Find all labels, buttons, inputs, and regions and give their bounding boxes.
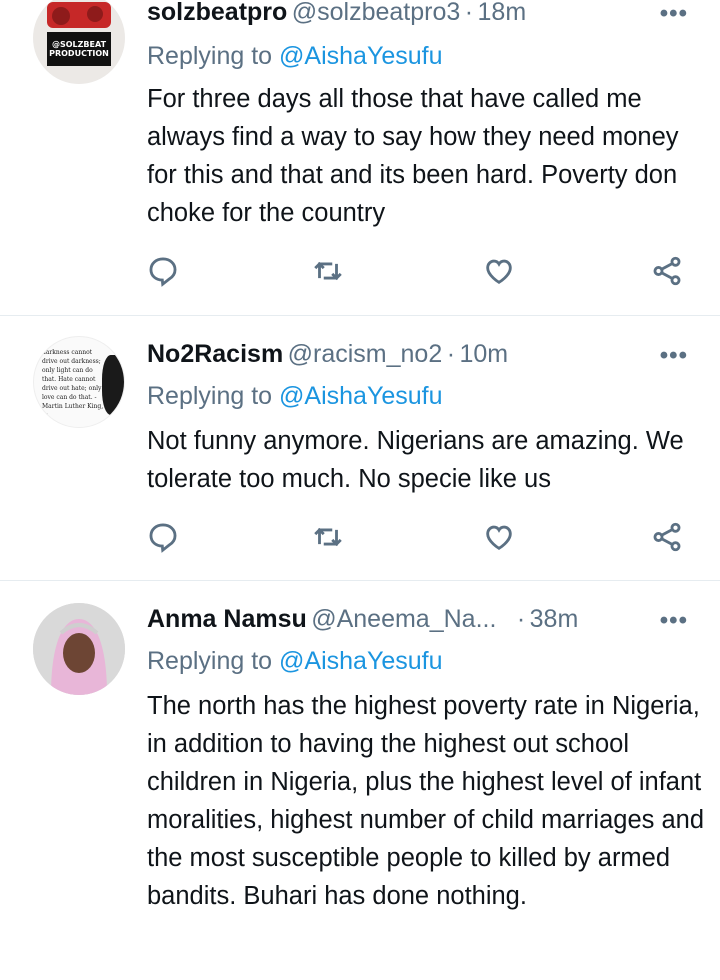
tweet-text: The north has the highest poverty rate i… <box>147 692 705 910</box>
replying-to: Replying to @AishaYesufu <box>147 42 442 71</box>
separator-dot: · <box>464 0 474 26</box>
reply-icon <box>149 257 177 287</box>
like-button[interactable] <box>482 520 522 560</box>
display-name[interactable]: solzbeatpro <box>147 0 287 26</box>
avatar[interactable]: @SOLZBEAT PRODUCTION <box>33 0 125 84</box>
reply-icon <box>149 523 177 553</box>
share-icon <box>653 256 681 286</box>
user-handle[interactable]: @racism_no2 <box>288 340 443 368</box>
tweet-2[interactable]: darkness cannot drive out darkness; only… <box>0 316 720 580</box>
user-handle[interactable]: @Aneema_Na... <box>311 605 496 633</box>
tweet-actions <box>0 254 720 294</box>
tweet-1[interactable]: @SOLZBEAT PRODUCTION solzbeatpro @solzbe… <box>0 0 720 315</box>
tweet-header: Anma Namsu @Aneema_Na... · 38m ••• <box>147 605 720 641</box>
replying-to: Replying to @AishaYesufu <box>147 382 442 411</box>
replying-label: Replying to <box>147 42 273 70</box>
display-name[interactable]: No2Racism <box>147 340 283 368</box>
avatar-logo-text: @SOLZBEAT PRODUCTION <box>49 40 109 58</box>
share-icon <box>653 522 681 552</box>
more-options-icon[interactable]: ••• <box>660 342 688 370</box>
reply-button[interactable] <box>146 254 186 294</box>
tweet-text: For three days all those that have calle… <box>147 85 679 227</box>
share-button[interactable] <box>650 520 690 560</box>
more-options-icon[interactable]: ••• <box>660 0 688 28</box>
retweet-button[interactable] <box>311 520 351 560</box>
tweet-3[interactable]: Anma Namsu @Aneema_Na... · 38m ••• Reply… <box>0 581 720 980</box>
avatar-portrait <box>102 355 124 415</box>
tweet-actions <box>0 520 720 560</box>
replying-to: Replying to @AishaYesufu <box>147 647 442 676</box>
like-icon <box>486 259 512 284</box>
tweet-header: solzbeatpro @solzbeatpro3 · 18m ••• <box>147 0 720 34</box>
tweet-header: No2Racism @racism_no2 · 10m ••• <box>147 340 720 376</box>
timestamp[interactable]: 10m <box>459 340 508 368</box>
user-handle[interactable]: @solzbeatpro3 <box>292 0 461 26</box>
share-button[interactable] <box>650 254 690 294</box>
avatar[interactable]: darkness cannot drive out darkness; only… <box>33 336 125 428</box>
retweet-button[interactable] <box>311 254 351 294</box>
timestamp[interactable]: 38m <box>530 605 579 633</box>
display-name[interactable]: Anma Namsu <box>147 605 307 633</box>
replying-label: Replying to <box>147 647 273 675</box>
mention-link[interactable]: @AishaYesufu <box>279 42 442 70</box>
retweet-icon <box>314 527 342 547</box>
more-options-icon[interactable]: ••• <box>660 607 688 635</box>
mention-link[interactable]: @AishaYesufu <box>279 382 442 410</box>
timestamp[interactable]: 18m <box>478 0 527 26</box>
separator-dot: · <box>516 605 526 633</box>
replying-label: Replying to <box>147 382 273 410</box>
retweet-icon <box>314 261 342 281</box>
mention-link[interactable]: @AishaYesufu <box>279 647 442 675</box>
like-icon <box>486 525 512 550</box>
like-button[interactable] <box>482 254 522 294</box>
avatar[interactable] <box>33 603 125 695</box>
avatar-quote-text: darkness cannot drive out darkness; only… <box>42 349 104 419</box>
separator-dot: · <box>446 340 456 368</box>
reply-button[interactable] <box>146 520 186 560</box>
tweet-text: Not funny anymore. Nigerians are amazing… <box>147 427 684 493</box>
